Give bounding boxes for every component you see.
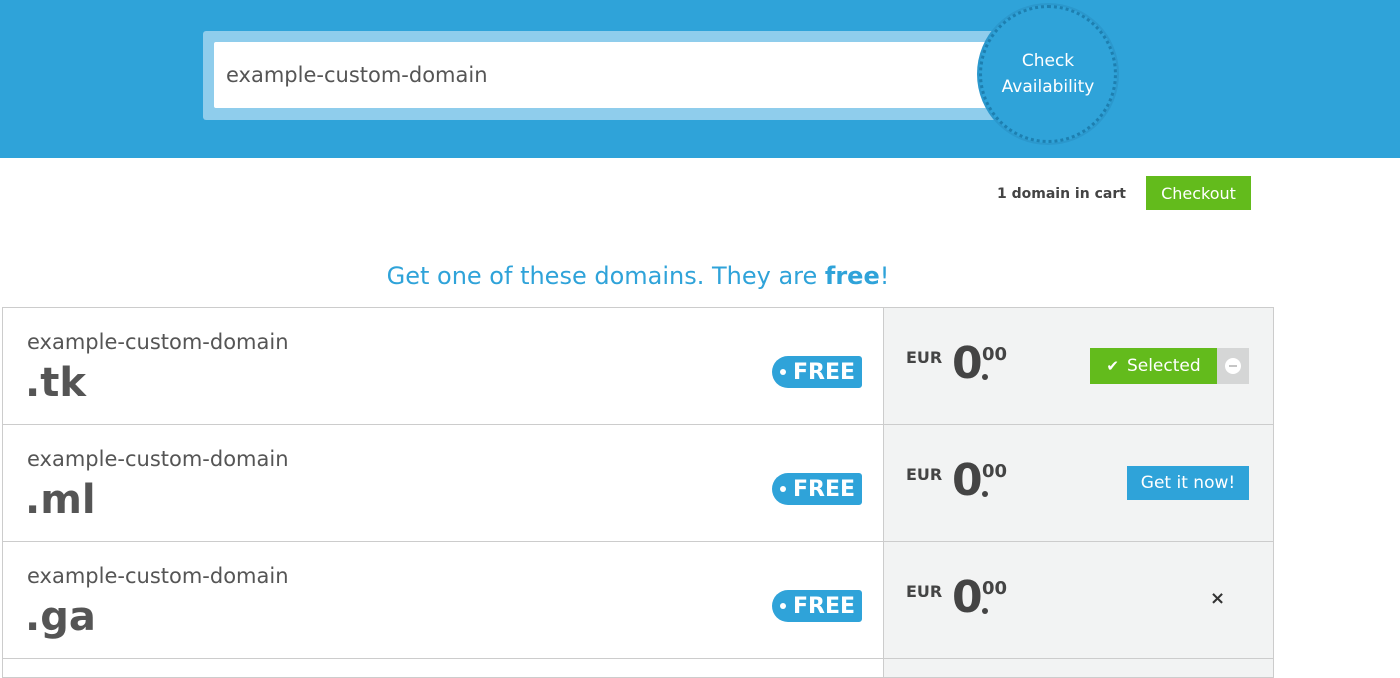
price-integer: 0 [952, 338, 983, 389]
domain-info: example-custom-domain .ga FREE [3, 542, 884, 658]
domain-price-cell: EUR 0 00 Get it now! [884, 425, 1273, 541]
domain-tld: .ga [25, 594, 96, 640]
free-badge-label: FREE [793, 593, 856, 619]
price-currency: EUR [906, 582, 943, 601]
check-icon: ✔ [1106, 357, 1119, 375]
domain-info: example-custom-domain .ml FREE [3, 425, 884, 541]
domain-tld: .tk [25, 360, 86, 406]
price-decimal-point [982, 491, 988, 497]
domain-name: example-custom-domain [27, 564, 289, 588]
get-it-now-button[interactable]: Get it now! [1127, 466, 1249, 500]
headline-suffix: ! [879, 262, 890, 290]
price-integer: 0 [952, 455, 983, 506]
close-icon[interactable]: × [1210, 588, 1225, 609]
search-box [203, 31, 1003, 120]
badge-dot-icon [780, 603, 786, 609]
checkout-button[interactable]: Checkout [1146, 176, 1251, 210]
selected-button[interactable]: ✔ Selected [1090, 348, 1249, 384]
cart-count: 1 domain in cart [997, 186, 1126, 202]
free-badge: FREE [772, 590, 862, 622]
domain-row: example-custom-domain .ml FREE EUR 0 00 … [2, 424, 1274, 541]
price-decimal-point [982, 608, 988, 614]
domain-name: example-custom-domain [27, 447, 289, 471]
selected-status[interactable]: ✔ Selected [1090, 348, 1217, 384]
check-availability-button[interactable]: Check Availability [979, 5, 1117, 143]
domain-price-cell: EUR 0 00 ✔ Selected [884, 308, 1273, 424]
free-badge-label: FREE [793, 359, 856, 385]
badge-dot-icon [780, 369, 786, 375]
free-badge: FREE [772, 473, 862, 505]
price-currency: EUR [906, 348, 943, 367]
domain-price-cell [884, 659, 1273, 677]
badge-dot-icon [780, 486, 786, 492]
price-decimal: 00 [982, 461, 1008, 482]
domain-info [3, 659, 884, 677]
free-badge: FREE [772, 356, 862, 388]
check-availability-label-line1: Check [1021, 51, 1075, 71]
domain-list: example-custom-domain .tk FREE EUR 0 00 … [2, 307, 1274, 678]
remove-from-cart-button[interactable] [1217, 348, 1249, 384]
domain-price-cell: EUR 0 00 × [884, 542, 1273, 658]
domain-name: example-custom-domain [27, 330, 289, 354]
minus-circle-icon [1225, 358, 1241, 374]
headline-emphasis: free [824, 262, 880, 290]
price-currency: EUR [906, 465, 943, 484]
free-domains-headline: Get one of these domains. They are free! [0, 262, 1276, 290]
domain-search-input[interactable] [214, 42, 994, 108]
header: Check Availability [0, 0, 1400, 158]
domain-row: example-custom-domain .tk FREE EUR 0 00 … [2, 307, 1274, 424]
domain-row: example-custom-domain .ga FREE EUR 0 00 … [2, 541, 1274, 658]
check-availability-label-line2: Availability [1001, 77, 1095, 97]
domain-row [2, 658, 1274, 678]
price-decimal: 00 [982, 578, 1008, 599]
domain-info: example-custom-domain .tk FREE [3, 308, 884, 424]
selected-label: Selected [1126, 356, 1201, 376]
headline-prefix: Get one of these domains. They are [386, 262, 825, 290]
price-integer: 0 [952, 572, 983, 623]
free-badge-label: FREE [793, 476, 856, 502]
price-decimal: 00 [982, 344, 1008, 365]
domain-tld: .ml [25, 477, 96, 523]
price-decimal-point [982, 374, 988, 380]
